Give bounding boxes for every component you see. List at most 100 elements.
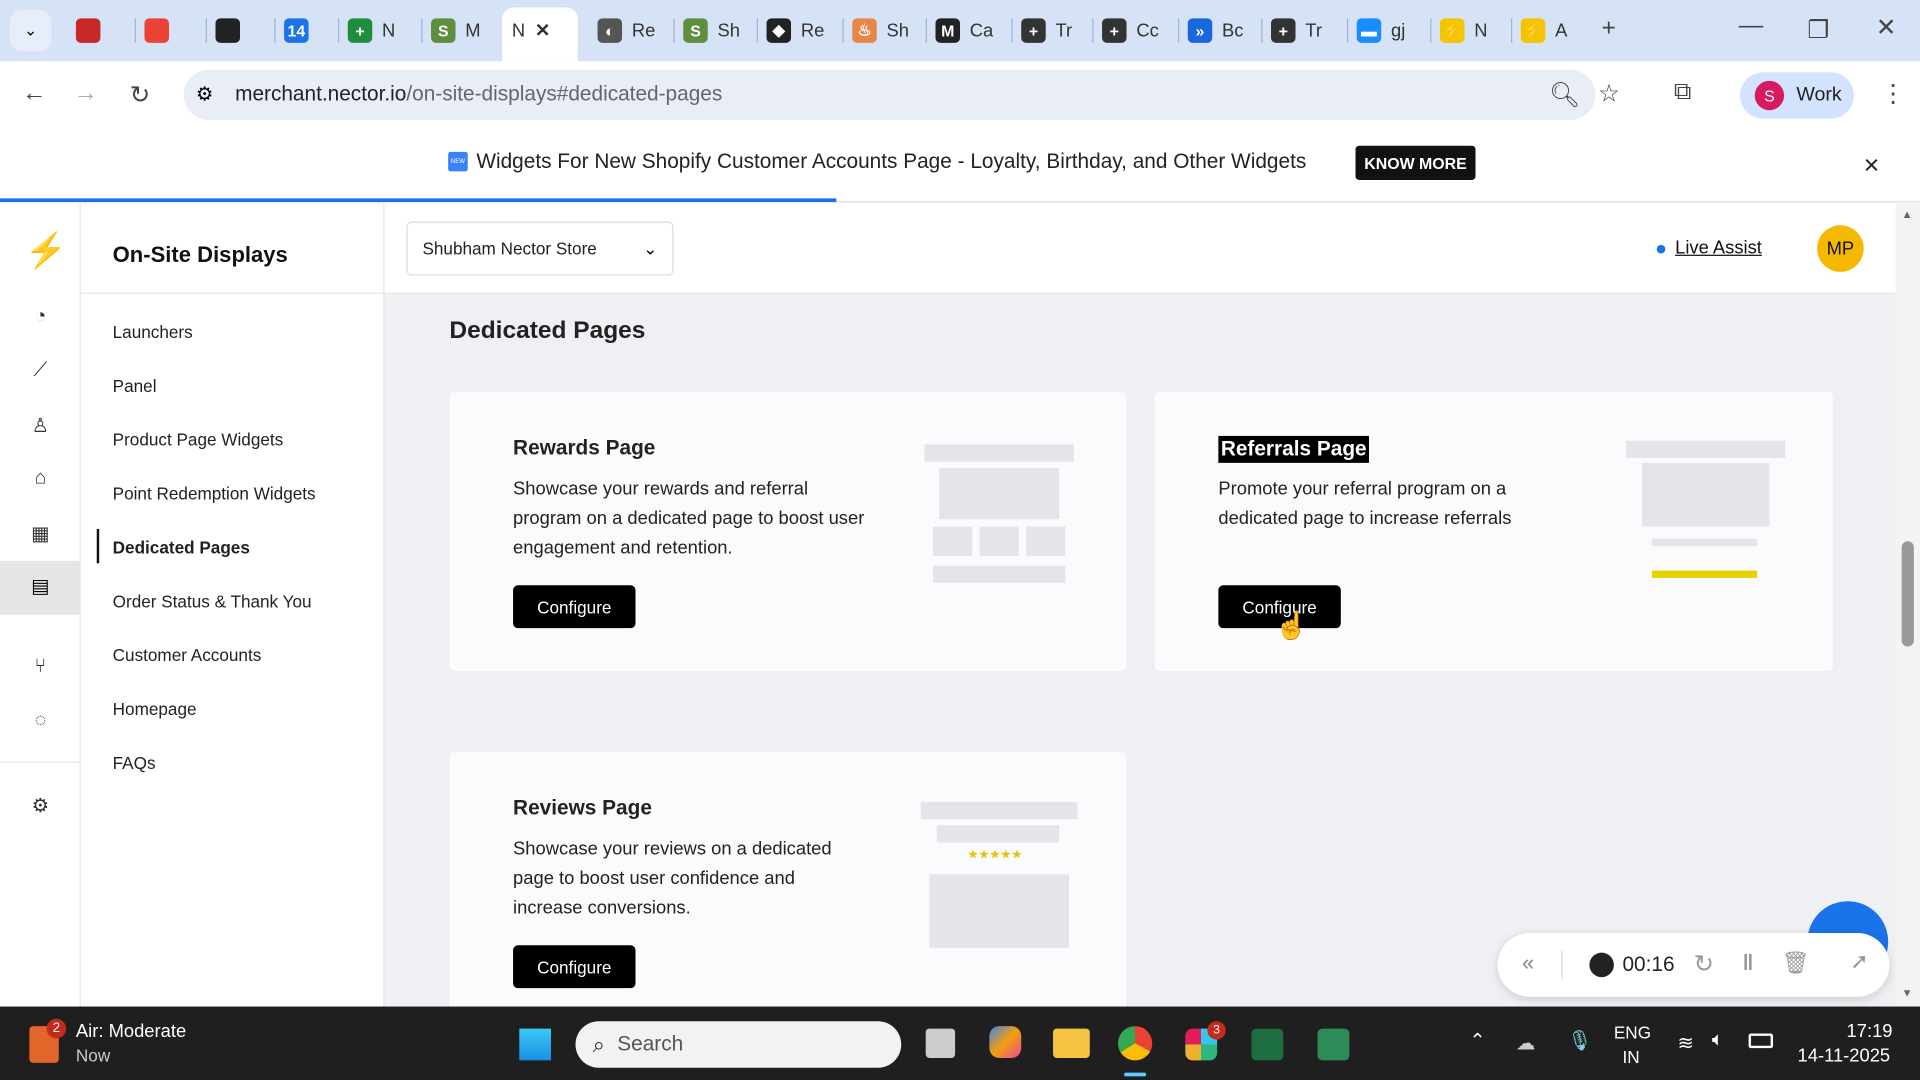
url-text[interactable]: merchant.nector.io/on-site-displays#dedi…: [235, 82, 722, 106]
sidebar-item[interactable]: Order Status & Thank You: [113, 591, 312, 611]
delete-icon[interactable]: 🗑︎: [1782, 950, 1810, 976]
reload-button[interactable]: ↻: [130, 80, 151, 111]
menu-icon[interactable]: ⋮: [1881, 78, 1905, 109]
scrollbar-thumb[interactable]: [1901, 541, 1914, 647]
widgets-icon[interactable]: ▦: [27, 522, 54, 549]
sidebar-item[interactable]: Launchers: [113, 322, 193, 342]
tab-search-button[interactable]: ⌄: [9, 9, 52, 52]
settings-gear-icon[interactable]: ⚙: [27, 793, 54, 820]
zoom-icon[interactable]: 🔍︎: [1549, 80, 1580, 111]
browser-tab[interactable]: [215, 10, 241, 52]
windows-start-icon[interactable]: [515, 1024, 555, 1065]
chat-icon[interactable]: ◌: [27, 710, 54, 737]
browser-tab[interactable]: + Tr: [1271, 10, 1322, 52]
browser-tab[interactable]: SM: [431, 10, 481, 52]
live-assist-link[interactable]: Live Assist: [1675, 238, 1762, 259]
clock-time[interactable]: 17:19: [1847, 1021, 1893, 1042]
browser-tab[interactable]: S Sh: [683, 10, 740, 52]
banner-close-button[interactable]: ×: [1864, 149, 1880, 181]
browser-tab[interactable]: + Tr: [1021, 10, 1072, 52]
scroll-up-icon[interactable]: ▲: [1902, 208, 1913, 220]
on-site-displays-icon[interactable]: ▤: [0, 560, 81, 615]
chrome-icon[interactable]: [1117, 1026, 1153, 1061]
language-primary[interactable]: ENG: [1614, 1022, 1651, 1042]
tab-label: N: [382, 20, 396, 42]
store-selector[interactable]: Shubham Nector Store ⌄: [406, 221, 674, 276]
collapse-icon[interactable]: «: [1522, 950, 1534, 976]
volume-icon[interactable]: 🔈︎: [1712, 1030, 1724, 1052]
restore-button[interactable]: ❐: [1807, 15, 1829, 46]
sidebar-item[interactable]: Product Page Widgets: [113, 430, 284, 450]
sidebar-item[interactable]: Panel: [113, 376, 157, 396]
sidebar-item[interactable]: Point Redemption Widgets: [113, 484, 316, 504]
tab-icon: +: [1102, 18, 1127, 43]
forward-button[interactable]: →: [73, 80, 97, 108]
browser-tab[interactable]: ⚡ N: [1440, 10, 1488, 52]
extensions-icon[interactable]: ⧉: [1674, 78, 1691, 106]
sidebar-item[interactable]: Customer Accounts: [113, 645, 262, 665]
shopify-icon: S: [683, 18, 708, 43]
stop-record-icon[interactable]: [1589, 952, 1614, 978]
card-description: Showcase your reviews on a dedicated pag…: [513, 838, 832, 919]
browser-tab[interactable]: ◐ Re: [597, 10, 655, 52]
preview-illustration: [1626, 440, 1786, 458]
tab-separator: [134, 18, 136, 43]
configure-rewards-button[interactable]: Configure: [513, 585, 636, 629]
browser-tab[interactable]: ♨ Sh: [852, 10, 909, 52]
browser-tab[interactable]: [75, 10, 101, 52]
browser-tab[interactable]: ◆ Re: [766, 10, 824, 52]
preview-illustration: [920, 802, 1078, 820]
back-button[interactable]: ←: [22, 80, 46, 108]
copilot-icon[interactable]: [989, 1026, 1022, 1058]
sidebar-item[interactable]: Homepage: [113, 699, 197, 719]
browser-tab[interactable]: + N: [347, 10, 396, 52]
microphone-icon[interactable]: 🎙︎: [1567, 1029, 1592, 1053]
rewards-gift-icon[interactable]: ⌂: [27, 468, 54, 495]
language-secondary[interactable]: IN: [1622, 1047, 1639, 1067]
workflow-icon[interactable]: ⑂: [27, 656, 54, 683]
scrollbar[interactable]: ▲ ▼: [1895, 203, 1920, 1007]
browser-tab[interactable]: + Cc: [1102, 10, 1159, 52]
configure-reviews-button[interactable]: Configure: [513, 945, 636, 989]
site-info-icon[interactable]: ⚙: [196, 82, 214, 106]
sidebar-item[interactable]: Dedicated Pages: [113, 538, 250, 558]
dashboard-icon[interactable]: ◔: [27, 306, 54, 333]
restart-icon[interactable]: ↻: [1693, 949, 1714, 980]
browser-tab[interactable]: 14: [284, 10, 309, 52]
pause-icon[interactable]: ‖: [1742, 950, 1753, 976]
tab-separator: [1261, 18, 1263, 43]
analytics-icon[interactable]: ⟋: [27, 360, 54, 387]
clock-date[interactable]: 14-11-2025: [1798, 1046, 1891, 1067]
browser-tab[interactable]: » Bc: [1187, 10, 1243, 52]
battery-icon[interactable]: [1748, 1033, 1774, 1049]
onedrive-icon[interactable]: ☁: [1516, 1031, 1536, 1055]
taskbar-search[interactable]: ⌕ Search: [575, 1021, 902, 1068]
minimize-button[interactable]: —: [1739, 12, 1763, 40]
excel-icon[interactable]: [1251, 1028, 1284, 1061]
browser-tab[interactable]: ▬ gj: [1356, 10, 1405, 52]
sidebar-item[interactable]: FAQs: [113, 753, 156, 773]
new-tab-button[interactable]: +: [1602, 15, 1616, 43]
weather-title[interactable]: Air: Moderate: [76, 1021, 186, 1042]
file-explorer-icon[interactable]: [1053, 1028, 1090, 1058]
browser-tab[interactable]: N ✕: [512, 10, 550, 52]
show-hidden-icons[interactable]: ⌃: [1469, 1029, 1485, 1053]
close-window-button[interactable]: ✕: [1876, 12, 1897, 43]
user-avatar[interactable]: MP: [1817, 225, 1864, 272]
wifi-icon[interactable]: ≋: [1678, 1031, 1694, 1055]
know-more-button[interactable]: KNOW MORE: [1355, 145, 1476, 181]
browser-tab[interactable]: ⚡ A: [1520, 10, 1567, 52]
bookmark-star-icon[interactable]: ☆: [1598, 78, 1620, 109]
scroll-down-icon[interactable]: ▼: [1902, 987, 1913, 999]
pointer-icon[interactable]: ➚: [1850, 949, 1868, 975]
profile-button[interactable]: S Work: [1740, 72, 1854, 119]
snipping-tool-icon[interactable]: [1317, 1028, 1350, 1061]
customers-icon[interactable]: ♙: [27, 414, 54, 441]
close-tab-icon[interactable]: ✕: [535, 20, 550, 42]
task-view-icon[interactable]: [925, 1028, 956, 1058]
nector-logo-icon[interactable]: ⚡: [24, 230, 67, 269]
browser-tab[interactable]: [144, 10, 169, 52]
browser-tab[interactable]: M Ca: [935, 10, 993, 52]
weather-badge: 2: [46, 1018, 67, 1039]
preview-block: [929, 874, 1069, 948]
